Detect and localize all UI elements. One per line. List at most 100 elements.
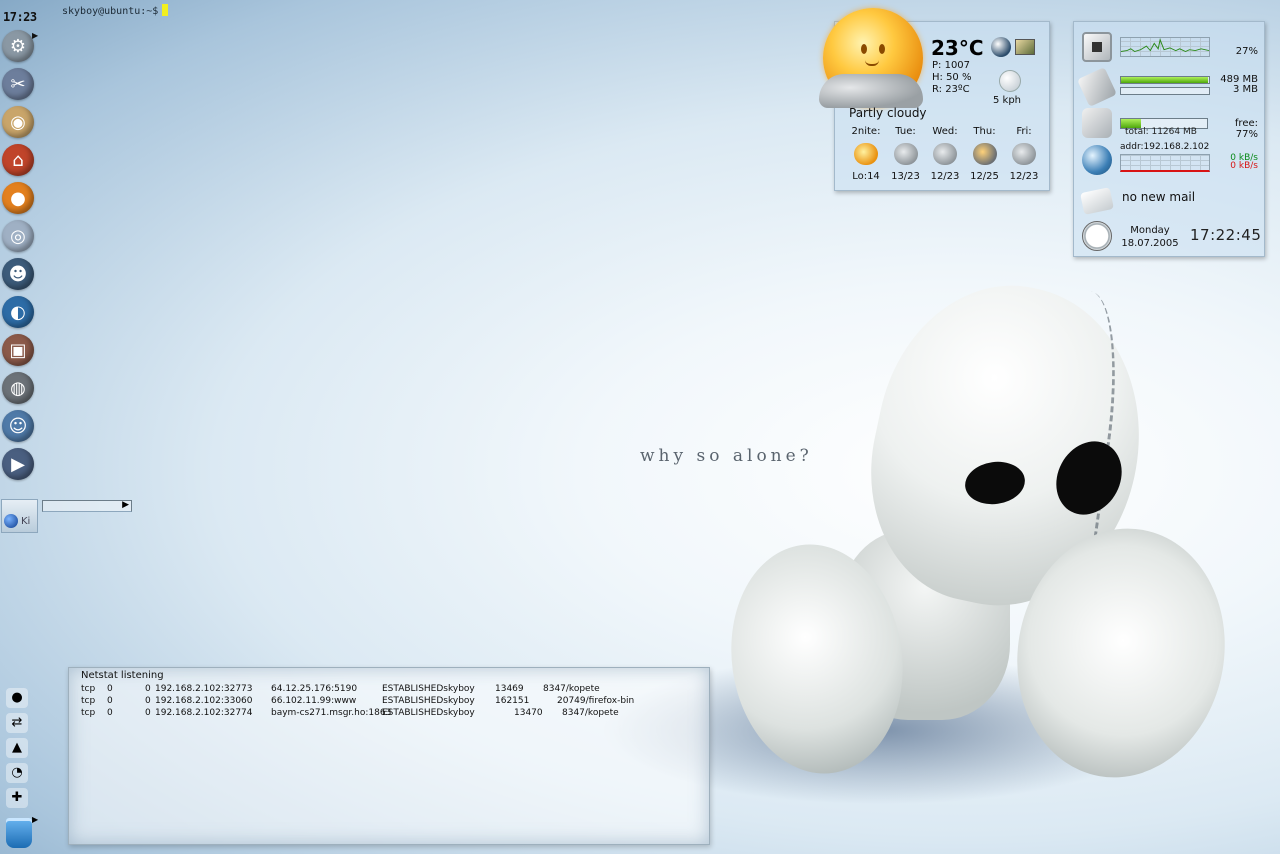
disk-bar: total: 11264 MB — [1120, 118, 1208, 137]
taskbar-arrow-icon[interactable]: ▶ — [122, 500, 129, 510]
current-temperature: 23°C — [931, 36, 984, 60]
netstat-row: tcp 0 0 192.168.2.102:32774 baym-cs271.msgr.… — [81, 708, 701, 720]
forecast-day: Fri: 12/23 — [1005, 126, 1043, 182]
forecast-day-label: Fri: — [1016, 126, 1032, 137]
globe-icon — [4, 514, 18, 528]
clock-icon — [1082, 221, 1112, 251]
mail-status: no new mail — [1122, 190, 1196, 204]
taskbar-item[interactable]: Ki — [2, 512, 37, 530]
firefox-icon[interactable]: ● — [2, 182, 34, 214]
date: 18.07.2005 — [1121, 238, 1179, 249]
forecast-day-label: 2nite: — [851, 126, 881, 137]
tools-icon[interactable]: ✂ — [2, 68, 34, 100]
cpu-usage: 27% — [1235, 46, 1258, 57]
current-time: 17:22:45 — [1190, 226, 1262, 244]
text-cursor — [162, 4, 169, 16]
day-of-week: Monday — [1130, 225, 1170, 236]
weather-map-icon[interactable] — [1015, 39, 1035, 55]
netstat-local: 192.168.2.102:32774 — [155, 708, 253, 718]
netstat-title: Netstat listening — [81, 670, 164, 681]
netstat-inode: 13469 — [495, 684, 524, 694]
settings-gear-icon[interactable]: ⚙ — [2, 30, 34, 62]
forecast-day: Wed: 12/23 — [926, 126, 964, 182]
netstat-recv: 0 — [107, 684, 113, 694]
netstat-local: 192.168.2.102:33060 — [155, 696, 253, 706]
network-globe-icon — [1082, 145, 1112, 175]
tray-expand-arrow-icon[interactable]: ▶ — [32, 815, 38, 824]
camera-icon[interactable]: ▣ — [2, 334, 34, 366]
taskbar-scroll[interactable]: ▶ — [42, 500, 132, 512]
humidity: H: 50 % — [932, 72, 972, 83]
forecast-cloud-icon — [893, 143, 918, 165]
panel-clock[interactable]: 17:23 — [3, 10, 37, 24]
netstat-proto: tcp — [81, 708, 96, 718]
forecast-day-label: Wed: — [932, 126, 958, 137]
network-icon[interactable]: ⇄ — [6, 713, 28, 733]
terminal-prompt[interactable]: skyboy@ubuntu:~$ — [62, 4, 169, 17]
notes-icon[interactable]: ✚ — [6, 788, 28, 808]
messenger-icon[interactable]: ☻ — [2, 258, 34, 290]
swap-used: 3 MB — [1232, 84, 1258, 95]
taskbar-item-label: Ki — [21, 515, 31, 527]
disk-icon[interactable]: ◔ — [6, 763, 28, 783]
netstat-proto: tcp — [81, 696, 96, 706]
netstat-send: 0 — [145, 684, 151, 694]
prompt-text: skyboy@ubuntu:~$ — [62, 6, 159, 17]
mail-icon[interactable] — [1080, 187, 1114, 215]
netstat-recv: 0 — [107, 696, 113, 706]
forecast-sun-icon — [854, 143, 878, 165]
disk-total: total: 11264 MB — [1125, 127, 1197, 137]
network-graph — [1120, 154, 1210, 172]
memory-icon — [1077, 67, 1117, 107]
forecast-day-label: Thu: — [973, 126, 996, 137]
netstat-foreign: 64.12.25.176:5190 — [271, 684, 358, 694]
forecast-day: Tue: 13/23 — [887, 126, 925, 182]
app-launcher: ⚙ ✂ ◉ ⌂ ● ◎ ☻ ◐ ▣ ◍ ☺ ▶ — [2, 30, 40, 480]
netstat-state: ESTABLISHEDskyboy — [382, 696, 475, 706]
disk-free: free: 77% — [1234, 118, 1258, 140]
weather-condition: Partly cloudy — [849, 106, 927, 120]
browser-icon[interactable]: ◐ — [2, 296, 34, 328]
netstat-inode: 13470 — [514, 708, 543, 718]
netstat-recv: 0 — [107, 708, 113, 718]
cpu-graph — [1120, 37, 1210, 57]
cd-audio-icon[interactable]: ◎ — [2, 220, 34, 252]
forecast-cloud-icon — [1012, 143, 1036, 165]
weather-cloud-icon — [819, 74, 923, 108]
netstat-prog: 8347/kopete — [562, 708, 619, 718]
system-monitor-widget[interactable]: 27% 489 MB 3 MB total: 11264 MB free: 77… — [1073, 21, 1265, 257]
forecast-temp: 12/23 — [1009, 171, 1039, 182]
network-download: 0 kB/s — [1230, 161, 1258, 171]
wallpaper-caption: why so alone? — [640, 446, 813, 466]
tray-icons: ● ⇄ ▲ ◔ ✚ — [6, 688, 32, 808]
netstat-panel[interactable]: Netstat listening tcp 0 0 192.168.2.102:327… — [68, 667, 710, 845]
home-icon[interactable]: ⌂ — [2, 144, 34, 176]
netstat-row: tcp 0 0 192.168.2.102:32773 64.12.25.176:519… — [81, 684, 701, 696]
network-address: addr:192.168.2.102 — [1120, 142, 1210, 152]
hard-disk-icon — [1082, 108, 1112, 138]
weather-widget[interactable]: 23°C P: 1007 H: 50 % R: 23ºC 5 kph Partl… — [819, 8, 1050, 191]
netstat-state: ESTABLISHEDskyboy — [382, 684, 475, 694]
netstat-foreign: baym-cs271.msgr.ho:1863 — [271, 708, 392, 718]
package-icon[interactable]: ◉ — [2, 106, 34, 138]
forecast-temp: 12/23 — [930, 171, 960, 182]
memory-bar — [1120, 76, 1210, 84]
globe-icon[interactable] — [991, 37, 1011, 57]
cpu-icon — [1082, 32, 1112, 62]
webcam-icon[interactable]: ◍ — [2, 372, 34, 404]
real-feel: R: 23ºC — [932, 84, 970, 95]
forecast-storm-icon — [972, 143, 997, 165]
netstat-local: 192.168.2.102:32773 — [155, 684, 253, 694]
vlc-icon[interactable]: ▲ — [6, 738, 28, 758]
forecast-day-label: Tue: — [895, 126, 916, 137]
media-player-icon[interactable]: ▶ — [2, 448, 34, 480]
netstat-send: 0 — [145, 708, 151, 718]
trash-icon[interactable] — [6, 818, 32, 848]
netstat-foreign: 66.102.11.99:www — [271, 696, 357, 706]
netstat-proto: tcp — [81, 684, 96, 694]
netstat-send: 0 — [145, 696, 151, 706]
taskbar[interactable]: ▶ Ki — [1, 499, 132, 533]
swap-bar — [1120, 87, 1210, 95]
pin-icon[interactable]: ● — [6, 688, 28, 708]
kopete-icon[interactable]: ☺ — [2, 410, 34, 442]
